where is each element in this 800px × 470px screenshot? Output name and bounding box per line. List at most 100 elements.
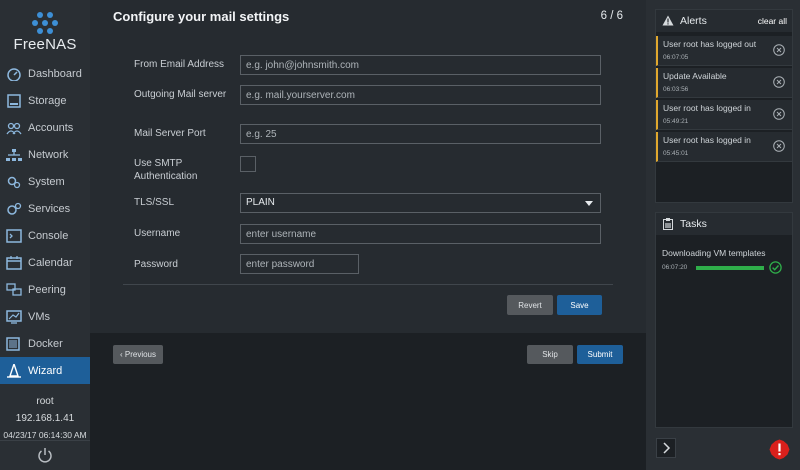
step-indicator: 6 / 6 [600, 10, 623, 22]
alert-error-icon [769, 439, 790, 460]
alert-item: User root has logged out 06:07:05 [656, 36, 792, 66]
alert-item: Update Available 06:03:56 [656, 68, 792, 98]
system-icon [6, 175, 22, 189]
peering-icon [6, 282, 22, 297]
alert-message: Update Available [663, 71, 727, 81]
alert-item: User root has logged in 05:49:21 [656, 100, 792, 130]
dismiss-icon[interactable] [773, 140, 785, 152]
logo-text: FreeNAS [13, 36, 77, 53]
alert-time: 05:49:21 [663, 118, 689, 125]
dismiss-icon[interactable] [773, 76, 785, 88]
task-progress-bar [696, 266, 764, 270]
sidebar-item-accounts[interactable]: Accounts [0, 114, 90, 141]
task-time: 06:07:20 [662, 264, 688, 271]
mail-port-label: Mail Server Port [134, 128, 206, 139]
vms-icon [6, 309, 22, 324]
freenas-logo-icon [32, 12, 58, 34]
services-icon [6, 202, 22, 216]
alert-message: User root has logged out [663, 39, 757, 49]
alert-time: 06:07:05 [663, 54, 689, 61]
sidebar: FreeNAS Dashboard Storage Accounts Netwo… [0, 0, 90, 470]
sidebar-item-label: Docker [28, 337, 63, 350]
dismiss-icon[interactable] [773, 44, 785, 56]
sidebar-item-label: Console [28, 229, 69, 242]
password-label: Password [134, 259, 178, 270]
mail-settings-form: From Email Address Outgoing Mail server … [90, 36, 646, 333]
save-button[interactable]: Save [557, 295, 602, 315]
tasks-title: Tasks [680, 218, 707, 230]
tls-ssl-select[interactable]: PLAIN [240, 193, 601, 213]
warning-icon [662, 15, 674, 26]
task-progress-fill [696, 266, 764, 270]
password-input[interactable] [240, 254, 359, 274]
sidebar-item-label: Accounts [28, 121, 74, 134]
username: root [36, 396, 54, 407]
from-email-input[interactable] [240, 55, 601, 75]
network-icon [6, 148, 22, 162]
logo: FreeNAS [0, 0, 90, 60]
sidebar-item-label: Peering [28, 283, 66, 296]
sidebar-item-label: VMs [28, 310, 50, 323]
divider [0, 440, 90, 441]
alert-item: User root has logged in 05:45:01 [656, 132, 792, 162]
sidebar-item-network[interactable]: Network [0, 141, 90, 168]
tls-ssl-label: TLS/SSL [134, 197, 175, 208]
task-name: Downloading VM templates [662, 248, 766, 258]
console-icon [6, 228, 22, 243]
sidebar-item-label: Services [28, 202, 71, 215]
sidebar-item-wizard[interactable]: Wizard [0, 357, 90, 384]
sidebar-item-dashboard[interactable]: Dashboard [0, 60, 90, 87]
sidebar-item-peering[interactable]: Peering [0, 276, 90, 303]
user-info: root 192.168.1.41 04/23/17 06:14:30 AM [0, 393, 90, 444]
sidebar-item-console[interactable]: Console [0, 222, 90, 249]
storage-icon [6, 93, 22, 108]
check-circle-icon [769, 261, 782, 274]
outgoing-server-label: Outgoing Mail server [134, 89, 227, 100]
smtp-auth-label: Use SMTP Authentication [134, 158, 198, 182]
sidebar-item-storage[interactable]: Storage [0, 87, 90, 114]
sidebar-item-calendar[interactable]: Calendar [0, 249, 90, 276]
previous-button[interactable]: ‹ Previous [113, 345, 163, 364]
skip-button[interactable]: Skip [527, 345, 573, 364]
sidebar-item-system[interactable]: System [0, 168, 90, 195]
power-icon [38, 448, 52, 463]
alert-time: 05:45:01 [663, 150, 689, 157]
submit-button[interactable]: Submit [577, 345, 623, 364]
sidebar-item-label: Calendar [28, 256, 73, 269]
sidebar-item-label: Network [28, 148, 69, 161]
tasks-header: Tasks [656, 213, 792, 235]
tasks-panel: Tasks Downloading VM templates 06:07:20 [655, 212, 793, 428]
caret-down-icon [585, 201, 593, 206]
sidebar-item-vms[interactable]: VMs [0, 303, 90, 330]
ip-address: 192.168.1.41 [15, 413, 75, 424]
clear-all-link[interactable]: clear all [758, 16, 787, 26]
sidebar-item-services[interactable]: Services [0, 195, 90, 222]
outgoing-server-input[interactable] [240, 85, 601, 105]
clipboard-icon [663, 218, 673, 230]
smtp-auth-checkbox[interactable] [240, 156, 256, 172]
username-input[interactable] [240, 224, 601, 244]
from-email-label: From Email Address [134, 59, 225, 70]
sidebar-item-label: Storage [28, 94, 67, 107]
error-button[interactable] [769, 439, 790, 460]
alert-time: 06:03:56 [663, 86, 689, 93]
wizard-header: Configure your mail settings 6 / 6 [90, 0, 646, 36]
sidebar-item-label: Wizard [28, 364, 63, 377]
previous-label: Previous [124, 350, 156, 359]
dismiss-icon[interactable] [773, 108, 785, 120]
revert-button[interactable]: Revert [507, 295, 553, 315]
chevron-right-icon [663, 442, 671, 454]
sidebar-item-docker[interactable]: Docker [0, 330, 90, 357]
expand-panel-button[interactable] [656, 438, 676, 458]
timestamp: 04/23/17 06:14:30 AM [3, 430, 87, 440]
sidebar-item-label: System [28, 175, 65, 188]
main-content: Configure your mail settings 6 / 6 From … [90, 0, 646, 470]
alerts-title: Alerts [680, 15, 707, 27]
mail-port-input[interactable] [240, 124, 601, 144]
tls-ssl-value: PLAIN [246, 197, 275, 208]
page-title: Configure your mail settings [113, 9, 290, 24]
alert-message: User root has logged in [663, 135, 751, 145]
alerts-header: Alerts clear all [656, 10, 792, 32]
docker-icon [6, 336, 22, 351]
power-button[interactable] [36, 446, 54, 464]
